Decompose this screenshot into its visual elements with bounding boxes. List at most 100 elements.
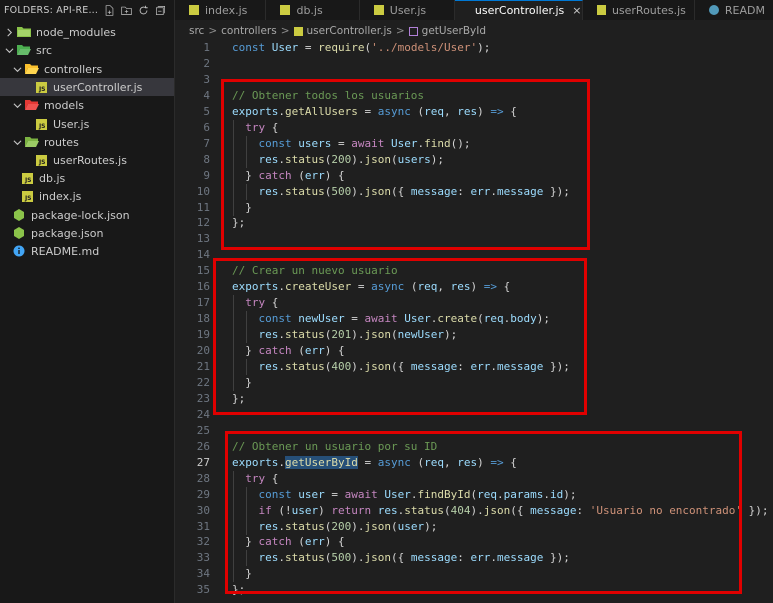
code-line[interactable]: 22 } [175,374,773,391]
explorer-title: FOLDERS: API-RE... [4,4,99,16]
code-line[interactable]: 25 [175,423,773,439]
tree-folder-models[interactable]: models [0,96,174,114]
breadcrumb-item-file[interactable]: userController.js [307,25,392,37]
tab-readme[interactable]: READM [695,0,773,20]
code-token: status [285,551,325,565]
code-token: ). [351,152,365,166]
line-number: 12 [196,216,210,230]
code-line[interactable]: 14 [175,247,773,263]
tree-folder-routes[interactable]: routes [0,133,174,151]
code-line[interactable]: 10 res.status(500).json({ message: err.m… [175,183,773,200]
tab-db-js[interactable]: db.js [266,0,360,20]
collapse-all-icon[interactable] [155,5,166,16]
tree-folder-controllers[interactable]: controllers [0,60,174,78]
code-line[interactable]: 35}; [175,582,773,598]
code-token: '../models/User' [371,41,478,54]
tab-index-js[interactable]: index.js [175,0,267,20]
code-token: User [384,487,411,501]
code-token: 404 [450,503,471,517]
code-line[interactable]: 19 res.status(201).json(newUser); [175,327,773,344]
tree-file-db[interactable]: JS db.js [0,169,174,187]
code-line[interactable]: 27 exports.getUserById = async (req, res)… [175,455,773,471]
tree-file-index[interactable]: JS index.js [0,187,174,205]
code-line[interactable]: 6 try { [175,119,773,136]
code-line[interactable]: 17 try { [175,295,773,312]
line-number: 32 [196,535,210,549]
code-token: : [457,551,471,565]
code-text: // Obtener todos los usuarios [232,88,424,104]
code-line[interactable]: 20 } catch (err) { [175,343,773,360]
code-token: }; [232,391,246,405]
new-file-icon[interactable] [104,4,115,16]
code-token: res [258,152,279,166]
line-number: 1 [203,41,210,54]
code-line[interactable]: 1 const User = require('../models/User'); [175,40,773,56]
tree-folder-src[interactable]: src [0,41,174,59]
code-line[interactable]: 26 // Obtener un usuario por su ID [175,439,773,455]
code-token: // Crear un nuevo usuario [232,264,398,278]
tree-file-package[interactable]: package.json [0,224,174,242]
tree-file-usercontroller[interactable]: JS userController.js [0,78,174,96]
line-number: 14 [196,248,210,262]
tab-usercontroller-js[interactable]: userController.js × [454,0,583,20]
close-icon[interactable]: × [572,4,581,17]
breadcrumb-item-symbol[interactable]: getUserById [422,25,486,37]
code-line[interactable]: 13 [175,231,773,247]
code-line[interactable]: 3 [175,72,773,88]
code-token: : [457,184,471,198]
code-line[interactable]: 12}; [175,215,773,231]
code-token: . [496,487,504,501]
code-line[interactable]: 2 [175,56,773,72]
code-text: res.status(200).json(user); [232,519,438,535]
code-line[interactable]: 23}; [175,391,773,407]
new-folder-icon[interactable] [121,5,132,16]
code-token: status [285,519,325,533]
tab-user-js[interactable]: User.js [360,0,455,20]
code-line[interactable]: 34 } [175,566,773,583]
breadcrumb-item-controllers[interactable]: controllers [221,25,277,37]
code-token: { [265,471,279,485]
selected-symbol: getUserById [284,455,358,469]
code-token: res [377,503,398,517]
code-line[interactable]: 15 // Crear un nuevo usuario [175,263,773,279]
code-token: json [483,503,511,517]
code-line[interactable]: 9 } catch (err) { [175,167,773,184]
code-line[interactable]: 24 [175,407,773,423]
code-line[interactable]: 16 exports.createUser = async (req, res) … [175,279,773,295]
tree-file-package-lock[interactable]: package-lock.json [0,206,174,224]
code-token: } [232,375,252,389]
code-token: json [364,551,392,565]
code-line[interactable]: 18 const newUser = await User.create(req… [175,311,773,328]
code-token: // Obtener todos los usuarios [232,88,425,102]
code-token: . [278,152,285,166]
code-token: exports [232,104,279,118]
folder-icon [17,26,31,38]
line-number: 29 [196,487,210,501]
tree-folder-node-modules[interactable]: node_modules [0,23,174,41]
tree-file-readme[interactable]: README.md [0,242,174,260]
code-line[interactable]: 7 const users = await User.find(); [175,135,773,152]
code-line[interactable]: 5 exports.getAllUsers = async (req, res) … [175,104,773,120]
code-line[interactable]: 4 // Obtener todos los usuarios [175,88,773,104]
tab-userroutes-js[interactable]: userRoutes.js [583,0,695,20]
breadcrumb-item-src[interactable]: src [189,25,204,37]
code-line[interactable]: 8 res.status(200).json(users); [175,151,773,168]
code-editor[interactable]: 1 const User = require('../models/User');… [175,40,773,603]
code-token: find [424,136,451,150]
tree-file-userroutes[interactable]: JS userRoutes.js [0,151,174,169]
code-line[interactable]: 11 } [175,199,773,216]
line-number: 5 [203,104,210,118]
code-line[interactable]: 28 try { [175,470,773,487]
code-line[interactable]: 31 res.status(200).json(user); [175,518,773,535]
line-number: 26 [196,439,210,453]
refresh-icon[interactable] [138,5,149,16]
code-line[interactable]: 32 } catch (err) { [175,534,773,551]
code-line[interactable]: 33 res.status(500).json({ message: err.m… [175,550,773,567]
code-line[interactable]: 29 const user = await User.findById(req.… [175,486,773,503]
code-line[interactable]: 21 res.status(400).json({ message: err.m… [175,359,773,375]
tree-file-user[interactable]: JS User.js [0,115,174,133]
code-line[interactable]: 30 if (!user) return res.status(404).jso… [175,502,773,519]
